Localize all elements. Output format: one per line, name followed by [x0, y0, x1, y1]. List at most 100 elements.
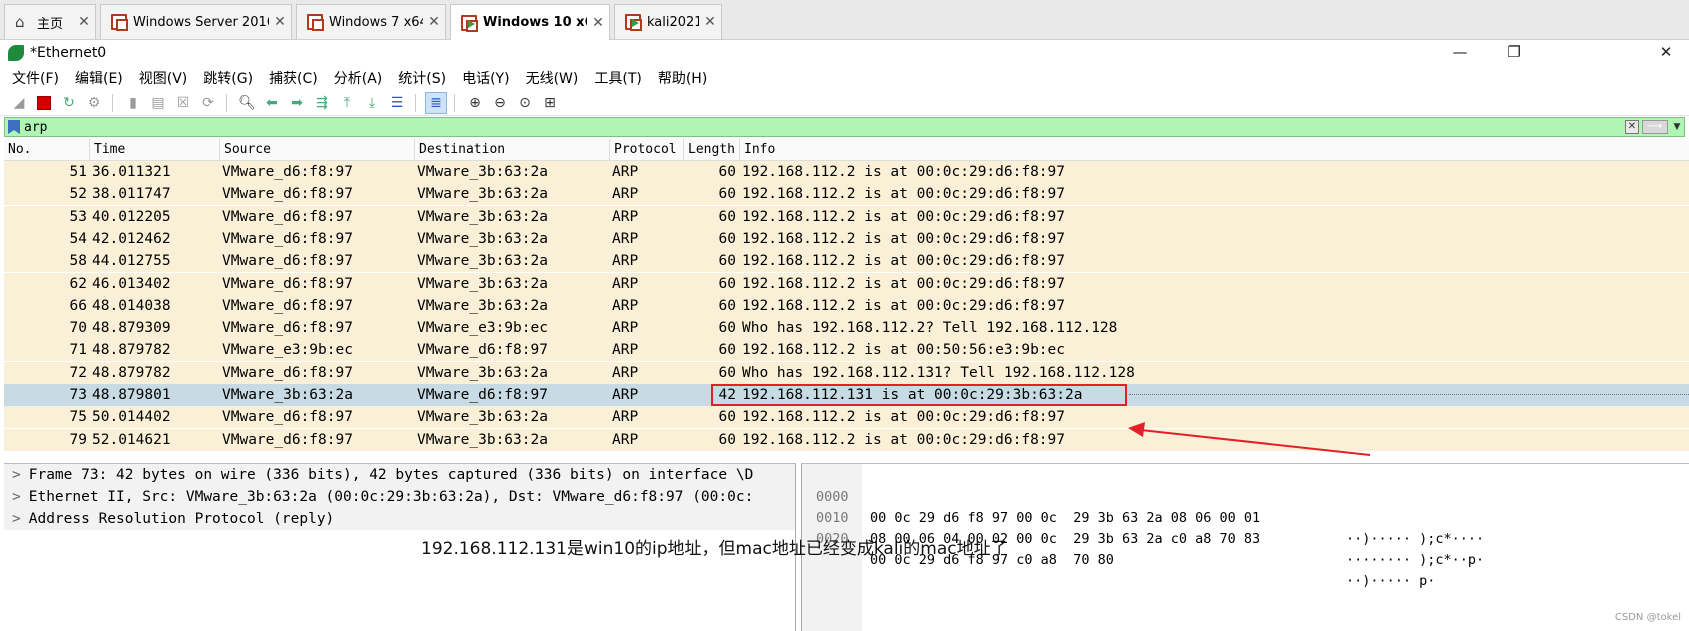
zoom-in-icon[interactable]: ⊕: [464, 92, 486, 114]
packet-row[interactable]: 79 52.014621 VMware_d6:f8:97 VMware_3b:63:2…: [4, 428, 1689, 451]
go-forward-arrow-icon[interactable]: ➡: [286, 92, 308, 114]
go-last-packet-icon[interactable]: ⤓: [361, 92, 383, 114]
detail-row-ethernet[interactable]: > Ethernet II, Src: VMware_3b:63:2a (00:0…: [4, 486, 795, 508]
packet-no: 54: [69, 230, 87, 247]
packet-destination: VMware_3b:63:2a: [417, 409, 548, 426]
bytes-row[interactable]: 0010 08 00 06 04 00 02 00 0c 29 3b 63 2a…: [802, 487, 1689, 568]
menu-edit[interactable]: 编辑(E): [67, 68, 131, 88]
vm-tab-home[interactable]: ⌂ 主页 ✕: [4, 4, 96, 39]
vm-tab-windows-7[interactable]: Windows 7 x64 ✕: [296, 4, 446, 39]
go-back-arrow-icon[interactable]: ⬅: [261, 92, 283, 114]
menu-view[interactable]: 视图(V): [131, 68, 196, 88]
packet-row[interactable]: 51 36.011321 VMware_d6:f8:97 VMware_3b:63:2…: [4, 161, 1689, 183]
auto-scroll-icon[interactable]: ☰: [386, 92, 408, 114]
detail-row-frame[interactable]: > Frame 73: 42 bytes on wire (336 bits), …: [4, 464, 795, 486]
packet-row[interactable]: 62 46.013402 VMware_d6:f8:97 VMware_3b:63:2…: [4, 272, 1689, 295]
packet-no: 58: [69, 253, 87, 270]
go-to-packet-icon[interactable]: ⇶: [311, 92, 333, 114]
menu-analyze[interactable]: 分析(A): [326, 68, 391, 88]
packet-length: 60: [718, 253, 736, 270]
clear-filter-icon[interactable]: ✕: [1625, 120, 1639, 134]
stop-capture-button[interactable]: [33, 92, 55, 114]
column-header-time[interactable]: Time: [90, 139, 220, 161]
reload-file-icon[interactable]: ⟳: [197, 92, 219, 114]
close-icon[interactable]: ✕: [73, 14, 95, 30]
bytes-row[interactable]: 0020 00 0c 29 d6 f8 97 c0 a8 70 80 ··)··…: [802, 508, 1689, 589]
apply-filter-arrow-icon[interactable]: ⟶: [1642, 120, 1668, 134]
packet-row[interactable]: 54 42.012462 VMware_d6:f8:97 VMware_3b:63:2…: [4, 227, 1689, 250]
close-window-button[interactable]: ✕: [1643, 40, 1689, 66]
packet-row[interactable]: 58 44.012755 VMware_d6:f8:97 VMware_3b:63:2…: [4, 250, 1689, 273]
packet-row[interactable]: 75 50.014402 VMware_d6:f8:97 VMware_3b:63:2…: [4, 406, 1689, 429]
column-header-length[interactable]: Length: [684, 139, 740, 161]
packet-time: 42.012462: [92, 230, 171, 247]
packet-no: 72: [69, 364, 87, 381]
menu-wireless[interactable]: 无线(W): [518, 68, 587, 88]
packet-source: VMware_d6:f8:97: [222, 253, 353, 270]
menu-telephony[interactable]: 电话(Y): [454, 68, 517, 88]
vm-tab-kali2021[interactable]: kali2021 ✕: [614, 4, 722, 39]
packet-protocol: ARP: [612, 230, 639, 247]
save-file-icon[interactable]: ▤: [147, 92, 169, 114]
capture-options-gear-icon[interactable]: ⚙: [83, 92, 105, 114]
vm-icon: [307, 14, 324, 31]
restore-button[interactable]: ❐: [1491, 40, 1537, 66]
bytes-row[interactable]: 0000 00 0c 29 d6 f8 97 00 0c 29 3b 63 2a…: [802, 466, 1689, 547]
packet-no: 79: [69, 431, 87, 448]
column-header-destination[interactable]: Destination: [415, 139, 610, 161]
menu-file[interactable]: 文件(F): [4, 68, 67, 88]
column-header-source[interactable]: Source: [220, 139, 415, 161]
menu-capture[interactable]: 捕获(C): [261, 68, 326, 88]
packet-list-header: No. Time Source Destination Protocol Len…: [4, 139, 1689, 161]
column-header-no[interactable]: No.: [4, 139, 90, 161]
packet-row[interactable]: 71 48.879782 VMware_e3:9b:ec VMware_d6:f8:9…: [4, 339, 1689, 362]
packet-protocol: ARP: [612, 164, 639, 180]
menu-go[interactable]: 跳转(G): [195, 68, 261, 88]
window-title: *Ethernet0: [30, 45, 107, 61]
column-header-protocol[interactable]: Protocol: [610, 139, 684, 161]
packet-time: 38.011747: [92, 186, 171, 203]
toolbar-separator: [112, 93, 118, 112]
close-icon[interactable]: ✕: [423, 14, 445, 30]
close-icon[interactable]: ✕: [699, 14, 721, 30]
packet-time: 36.011321: [92, 164, 171, 180]
open-file-icon[interactable]: ▮: [122, 92, 144, 114]
minimize-button[interactable]: —: [1437, 40, 1483, 66]
close-icon[interactable]: ✕: [269, 14, 291, 30]
packet-row[interactable]: 70 48.879309 VMware_d6:f8:97 VMware_e3:9b:e…: [4, 317, 1689, 340]
vm-tab-windows-10[interactable]: Windows 10 x64 ✕: [450, 4, 610, 40]
filter-history-dropdown-icon[interactable]: ▼: [1670, 122, 1684, 132]
restart-capture-icon[interactable]: ↻: [58, 92, 80, 114]
zoom-normal-icon[interactable]: ⊙: [514, 92, 536, 114]
packet-row[interactable]: 66 48.014038 VMware_d6:f8:97 VMware_3b:63:2…: [4, 294, 1689, 317]
menu-statistics[interactable]: 统计(S): [390, 68, 454, 88]
detail-row-arp[interactable]: > Address Resolution Protocol (reply): [4, 508, 795, 530]
expand-chevron-icon[interactable]: >: [12, 489, 21, 505]
colorize-list-icon[interactable]: ≣: [425, 91, 447, 114]
find-packet-magnifier-icon[interactable]: 🔍︎: [236, 92, 258, 114]
packet-destination: VMware_3b:63:2a: [417, 208, 548, 225]
menu-help[interactable]: 帮助(H): [650, 68, 715, 88]
zoom-out-icon[interactable]: ⊖: [489, 92, 511, 114]
packet-length: 60: [718, 208, 736, 225]
bookmark-icon[interactable]: [8, 120, 20, 134]
resize-columns-icon[interactable]: ⊞: [539, 92, 561, 114]
start-capture-fin-icon[interactable]: ◢: [8, 92, 30, 114]
packet-row[interactable]: 72 48.879782 VMware_d6:f8:97 VMware_3b:63:2…: [4, 361, 1689, 384]
packet-row[interactable]: 53 40.012205 VMware_d6:f8:97 VMware_3b:63:2…: [4, 205, 1689, 228]
menu-tools[interactable]: 工具(T): [586, 68, 649, 88]
go-first-packet-icon[interactable]: ⤒: [336, 92, 358, 114]
packet-row-selected[interactable]: 73 48.879801 VMware_3b:63:2a VMware_d6:f8:9…: [4, 384, 1689, 406]
packet-protocol: ARP: [612, 387, 639, 403]
expand-chevron-icon[interactable]: >: [12, 511, 21, 527]
close-file-icon[interactable]: ☒: [172, 92, 194, 114]
packet-no: 71: [69, 342, 87, 359]
packet-length: 60: [718, 275, 736, 292]
close-icon[interactable]: ✕: [587, 15, 609, 31]
column-header-info[interactable]: Info: [740, 139, 1689, 161]
vm-tab-windows-server-2016[interactable]: Windows Server 2016 ✕: [100, 4, 292, 39]
expand-chevron-icon[interactable]: >: [12, 467, 21, 483]
display-filter-input[interactable]: [24, 118, 1625, 136]
packet-length: 60: [718, 364, 736, 381]
packet-row[interactable]: 52 38.011747 VMware_d6:f8:97 VMware_3b:63:2…: [4, 183, 1689, 206]
